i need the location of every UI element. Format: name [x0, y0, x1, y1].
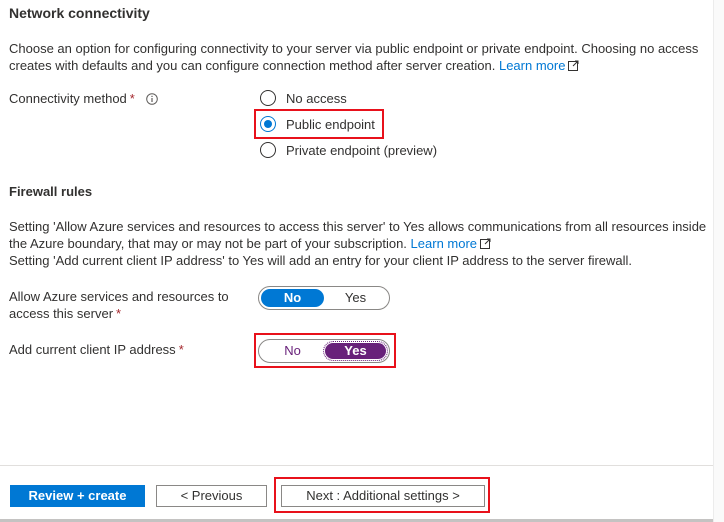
- allow-azure-yes-option[interactable]: Yes: [324, 289, 387, 307]
- client-ip-label-text: Add current client IP address: [9, 342, 176, 357]
- network-learn-more-link[interactable]: Learn more: [499, 58, 565, 73]
- previous-button[interactable]: < Previous: [156, 485, 267, 507]
- radio-private-endpoint-circle[interactable]: [260, 142, 276, 158]
- radio-private-endpoint-label: Private endpoint (preview): [286, 142, 438, 158]
- required-mark: *: [116, 306, 122, 321]
- firewall-rules-title: Firewall rules: [9, 184, 93, 199]
- highlight-public-endpoint: [254, 109, 384, 139]
- info-icon[interactable]: [146, 93, 159, 105]
- connectivity-method-label: Connectivity method *: [9, 90, 159, 107]
- allow-azure-no-option[interactable]: No: [261, 289, 324, 307]
- allow-azure-toggle[interactable]: No Yes: [258, 286, 390, 310]
- required-mark: *: [129, 91, 135, 106]
- external-link-icon: [568, 60, 579, 71]
- vertical-scrollbar[interactable]: [713, 0, 724, 522]
- firewall-description-text-2: Setting 'Add current client IP address' …: [9, 253, 633, 268]
- external-link-icon: [480, 238, 491, 249]
- radio-no-access[interactable]: No access: [260, 89, 347, 107]
- highlight-next-button: [274, 477, 490, 513]
- allow-azure-label: Allow Azure services and resources to ac…: [9, 288, 244, 322]
- network-description: Choose an option for configuring connect…: [9, 40, 715, 74]
- firewall-description-text-1: Setting 'Allow Azure services and resour…: [9, 219, 707, 251]
- network-description-text: Choose an option for configuring connect…: [9, 41, 699, 73]
- firewall-learn-more-link[interactable]: Learn more: [411, 236, 477, 251]
- connectivity-method-label-text: Connectivity method: [9, 91, 127, 106]
- client-ip-label: Add current client IP address *: [9, 341, 184, 358]
- review-create-button[interactable]: Review + create: [10, 485, 145, 507]
- radio-no-access-label: No access: [286, 90, 347, 106]
- page: Network connectivity Choose an option fo…: [0, 0, 714, 522]
- network-connectivity-title: Network connectivity: [9, 5, 150, 21]
- highlight-client-ip-toggle: [254, 333, 396, 368]
- firewall-description: Setting 'Allow Azure services and resour…: [9, 218, 715, 269]
- radio-private-endpoint[interactable]: Private endpoint (preview): [260, 141, 437, 159]
- radio-no-access-circle[interactable]: [260, 90, 276, 106]
- required-mark: *: [178, 342, 184, 357]
- footer-divider: [0, 465, 714, 466]
